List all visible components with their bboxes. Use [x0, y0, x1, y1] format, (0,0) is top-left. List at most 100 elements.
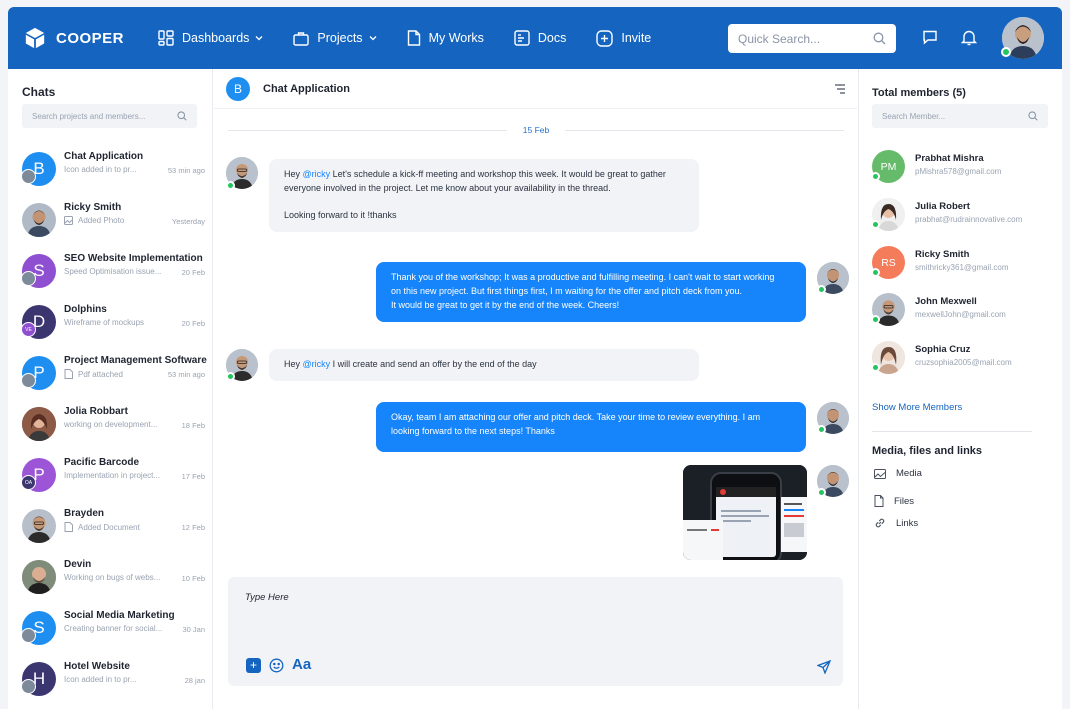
chat-time: 53 min ago — [167, 370, 205, 379]
chat-item[interactable]: S SEO Website Implementation Speed Optim… — [21, 249, 205, 293]
online-status-dot — [226, 372, 235, 381]
chat-preview-text: Added Document — [78, 522, 140, 532]
chat-avatar — [22, 407, 56, 441]
member-item[interactable]: RS Ricky Smith smithricky361@gmail.com — [871, 246, 1057, 282]
search-icon[interactable] — [1028, 111, 1038, 121]
member-item[interactable]: Julia Robert prabhat@rudrainnovative.com — [871, 198, 1057, 234]
chat-preview: working on development... — [64, 420, 157, 429]
quick-search-input[interactable] — [738, 31, 858, 46]
member-item[interactable]: Sophia Cruz cruzsophia2005@mail.com — [871, 341, 1057, 377]
chat-preview: Creating banner for social... — [64, 624, 162, 633]
member-mini-avatar — [21, 169, 36, 184]
top-navbar: COOPER Dashboards Projects My Works Docs… — [8, 7, 1062, 69]
member-mini-avatar — [21, 271, 36, 286]
chat-time: 17 Feb — [181, 472, 205, 481]
chat-preview-text: Speed Optimisation issue... — [64, 267, 162, 276]
message-text: I will create and send an offer by the e… — [330, 359, 537, 369]
chat-item[interactable]: Devin Working on bugs of webs... 10 Feb — [22, 555, 205, 599]
message-text: Thank you of the workshop; It was a prod… — [391, 272, 775, 282]
nav-projects[interactable]: Projects — [293, 31, 377, 46]
chat-item[interactable]: Brayden Added Document 12 Feb — [22, 504, 205, 548]
brand-logo[interactable]: COOPER — [24, 27, 144, 49]
chat-time: 20 Feb — [181, 268, 205, 277]
bell-icon[interactable] — [961, 29, 977, 46]
filter-menu-icon[interactable] — [834, 84, 846, 94]
media-section-title: Media, files and links — [872, 445, 983, 457]
member-item[interactable]: John Mexwell mexwellJohn@gmail.com — [871, 293, 1057, 329]
send-icon[interactable] — [817, 660, 831, 674]
member-mini-avatar: OA — [21, 475, 36, 490]
conversation-header: B Chat Application — [214, 69, 857, 109]
message-text: Okay, team I am attaching our offer and … — [391, 412, 761, 422]
chat-item[interactable]: P Project Management Software Pdf attach… — [21, 351, 207, 395]
chat-message-icon[interactable] — [922, 29, 938, 45]
document-icon — [407, 30, 420, 46]
photo-icon — [64, 216, 73, 225]
chats-search — [22, 104, 197, 128]
chat-preview-text: Creating banner for social... — [64, 624, 163, 633]
message-bubble-outgoing: Thank you of the workshop; It was a prod… — [376, 262, 806, 322]
mention-link[interactable]: @ricky — [303, 359, 331, 369]
message-text: It would be great to get it by the end o… — [391, 299, 620, 310]
nav-dashboards[interactable]: Dashboards — [158, 30, 263, 46]
chat-time: 18 Feb — [181, 421, 205, 430]
nav-docs[interactable]: Docs — [514, 30, 566, 46]
nav-my-works[interactable]: My Works — [407, 30, 484, 46]
chat-item[interactable]: P OA Pacific Barcode Implementation in p… — [21, 453, 205, 497]
chat-name: Jolia Robbart — [64, 406, 128, 417]
members-panel: Total members (5) PM Prabhat Mishra pMis… — [858, 69, 1062, 709]
member-item[interactable]: PM Prabhat Mishra pMishra578@gmail.com — [871, 150, 1057, 186]
add-attachment-button[interactable]: + — [246, 658, 261, 673]
chat-item[interactable]: Ricky Smith Added Photo Yesterday — [22, 198, 205, 242]
links-link[interactable]: Links — [874, 517, 918, 529]
chat-item[interactable]: B Chat Application Icon added in to pr..… — [21, 147, 205, 191]
member-email: mexwellJohn@gmail.com — [915, 310, 1006, 319]
chat-item[interactable]: Jolia Robbart working on development... … — [22, 402, 205, 446]
date-label: 15 Feb — [522, 125, 550, 135]
message-input[interactable] — [245, 592, 805, 632]
brand-name: COOPER — [56, 29, 125, 47]
message-text: looking forward to the next steps! Thank… — [391, 425, 555, 436]
chat-time: 30 Jan — [182, 625, 205, 634]
mention-link[interactable]: @ricky — [303, 169, 331, 179]
online-status-dot — [871, 172, 880, 181]
chats-search-input[interactable] — [32, 111, 162, 121]
conversation-title: Chat Application — [263, 83, 350, 95]
files-link[interactable]: Files — [874, 495, 914, 507]
text-format-button[interactable]: Aa — [292, 656, 311, 673]
nav-projects-label: Projects — [317, 31, 363, 45]
nav-dashboards-label: Dashboards — [182, 31, 250, 45]
chat-preview-text: Added Photo — [78, 216, 125, 225]
files-link-label: Files — [894, 495, 915, 507]
chat-preview-text: Icon added in to pr... — [64, 675, 137, 684]
show-more-members-link[interactable]: Show More Members — [872, 402, 962, 413]
chat-time: 53 min ago — [167, 166, 205, 175]
search-icon[interactable] — [873, 32, 886, 45]
nav-invite[interactable]: Invite — [596, 29, 651, 47]
member-email: smithricky361@gmail.com — [915, 263, 1009, 272]
chat-preview-text: Wireframe of mockups — [64, 318, 145, 327]
message-text: Hey — [284, 169, 303, 179]
chat-name: Pacific Barcode — [64, 457, 140, 468]
online-status-dot — [226, 181, 235, 190]
chat-item[interactable]: S Social Media Marketing Creating banner… — [21, 606, 205, 650]
file-icon — [874, 495, 884, 507]
attached-image[interactable] — [683, 465, 807, 560]
media-link[interactable]: Media — [874, 468, 922, 479]
member-search-input[interactable] — [882, 111, 1012, 121]
nav-docs-label: Docs — [537, 31, 567, 45]
search-icon[interactable] — [177, 111, 187, 121]
chat-preview: Added Document — [64, 522, 140, 532]
member-name: John Mexwell — [915, 296, 977, 307]
members-title: Total members (5) — [872, 87, 966, 99]
emoji-icon[interactable] — [269, 658, 284, 673]
media-link-label: Media — [896, 468, 922, 479]
chat-time: 28 jan — [184, 676, 205, 685]
chat-name: Chat Application — [64, 151, 144, 162]
chat-item[interactable]: D VE Dolphins Wireframe of mockups 20 Fe… — [21, 300, 205, 344]
online-status-dot — [817, 425, 826, 434]
briefcase-icon — [293, 31, 310, 46]
chat-item[interactable]: H Hotel Website Icon added in to pr... 2… — [21, 657, 205, 701]
chevron-down-icon — [369, 36, 377, 41]
divider — [872, 431, 1032, 432]
